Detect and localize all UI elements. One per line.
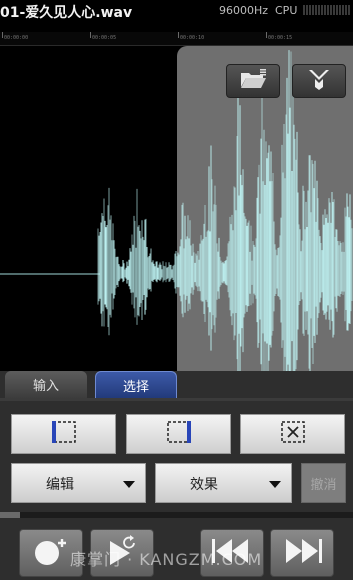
cpu-meter <box>303 5 350 15</box>
select-left-icon <box>50 420 78 448</box>
forward-button[interactable] <box>270 529 334 577</box>
record-add-icon <box>29 533 73 573</box>
crop-wave-icon <box>306 67 332 95</box>
clear-selection-button[interactable] <box>240 414 345 454</box>
chevron-down-icon <box>269 481 281 488</box>
tab-input[interactable]: 输入 <box>5 371 87 398</box>
select-right-icon <box>165 420 193 448</box>
open-file-button[interactable] <box>226 64 280 98</box>
ruler-tick-label: 00:00:15 <box>268 35 293 41</box>
clear-selection-icon <box>279 420 307 448</box>
folder-open-icon <box>238 68 268 94</box>
ruler-tick <box>266 32 267 38</box>
ruler-tick <box>2 32 3 38</box>
undo-button[interactable]: 撤消 <box>301 463 346 503</box>
sample-rate-readout: 96000Hz <box>219 4 269 17</box>
ruler-tick <box>90 32 91 38</box>
status-header: 01-爱久见人心.wav 96000Hz CPU <box>0 0 353 22</box>
chevron-down-icon <box>123 481 135 488</box>
watermark-text: 康掌门 · KANGZM.COM <box>70 550 263 569</box>
timeline-ruler[interactable]: 00:00:00 00:00:05 00:00:10 00:00:15 <box>0 32 353 46</box>
edit-menu-label: 编辑 <box>46 477 74 493</box>
ruler-tick-label: 00:00:10 <box>180 35 205 41</box>
waveform-view[interactable] <box>0 46 353 371</box>
trim-button[interactable] <box>292 64 346 98</box>
horizontal-scrollbar[interactable] <box>0 512 353 518</box>
ruler-tick-label: 00:00:00 <box>4 35 29 41</box>
effects-menu-label: 效果 <box>190 477 218 493</box>
forward-to-end-icon <box>278 535 326 571</box>
scrollbar-thumb[interactable] <box>0 512 20 518</box>
ruler-tick-label: 00:00:05 <box>92 35 117 41</box>
select-end-button[interactable] <box>126 414 231 454</box>
edit-menu-button[interactable]: 编辑 <box>11 463 146 503</box>
effects-menu-button[interactable]: 效果 <box>155 463 292 503</box>
tab-divider <box>0 398 353 401</box>
select-start-button[interactable] <box>11 414 116 454</box>
ruler-tick <box>178 32 179 38</box>
cpu-label: CPU <box>275 4 298 17</box>
file-name-title: 01-爱久见人心.wav <box>0 5 133 21</box>
tab-select[interactable]: 选择 <box>95 371 177 398</box>
